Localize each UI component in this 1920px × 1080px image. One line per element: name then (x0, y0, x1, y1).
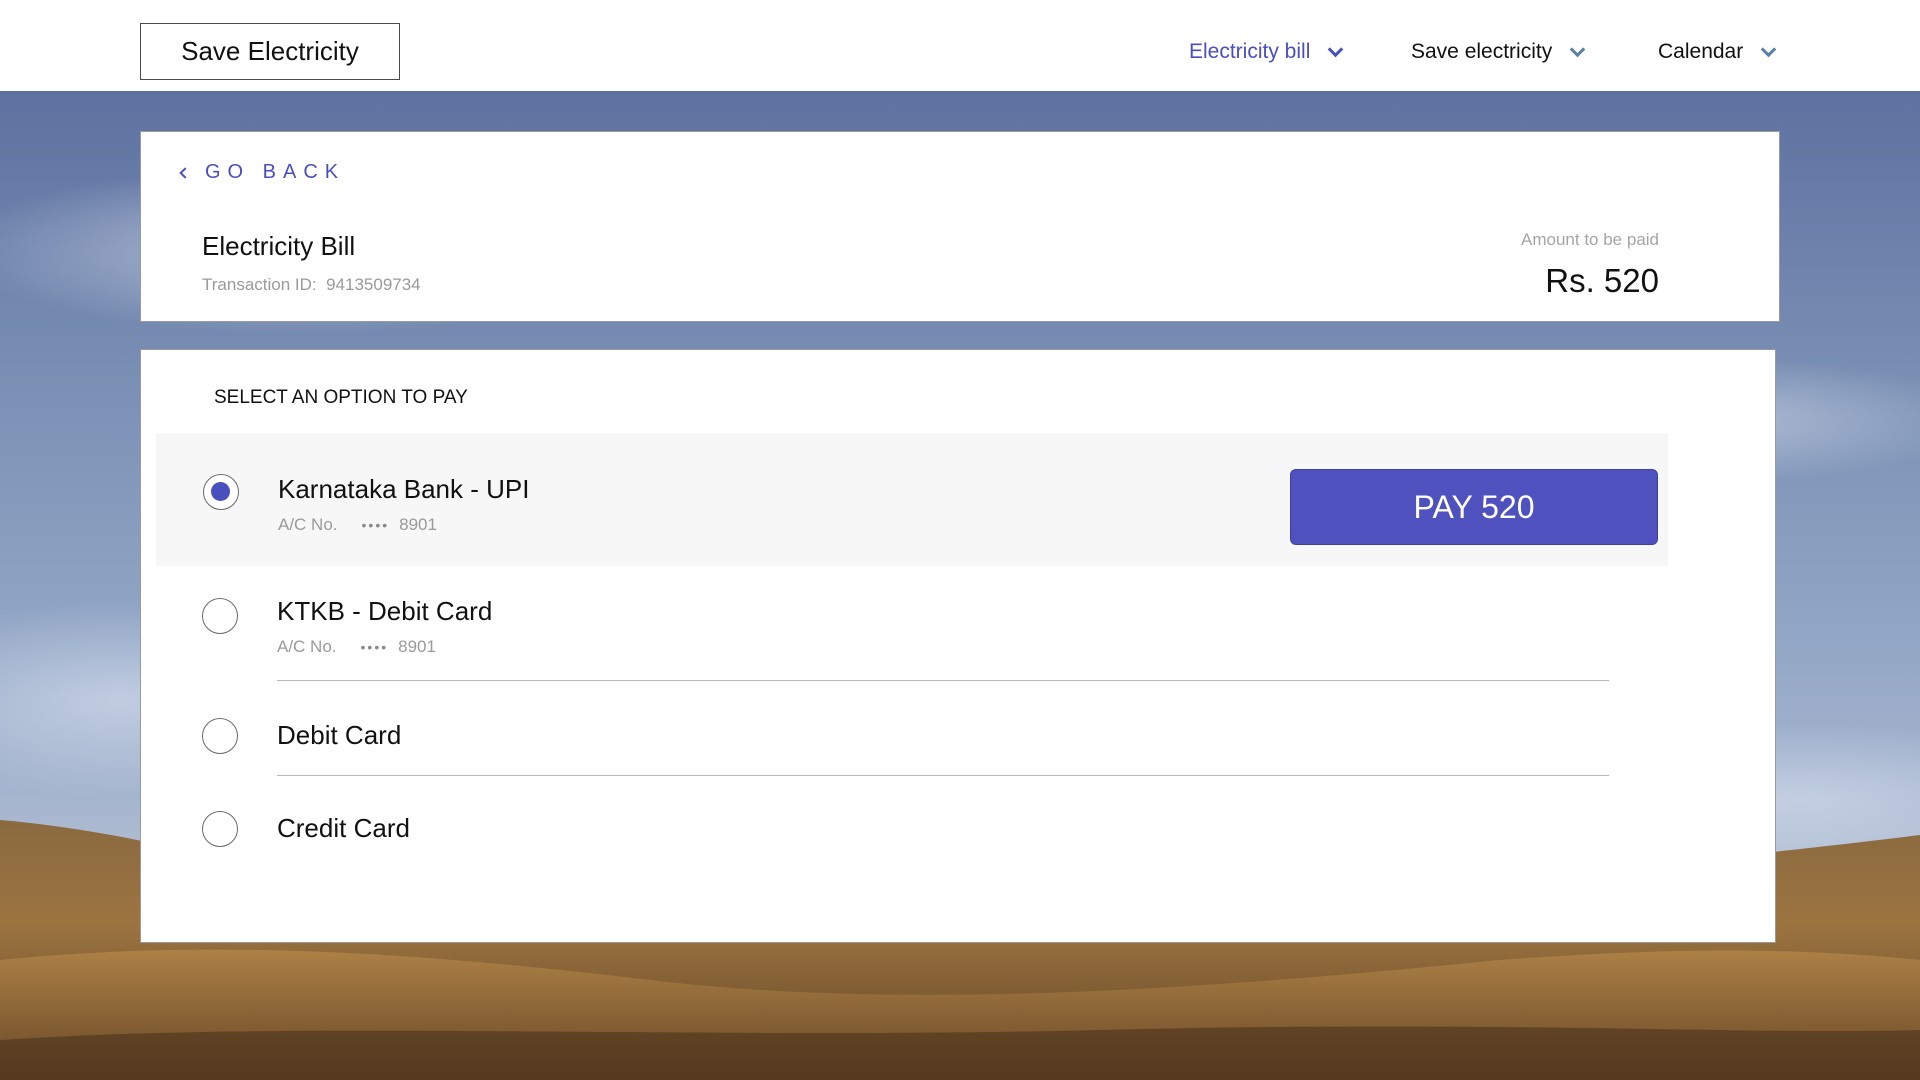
radio-unselected-icon[interactable] (202, 598, 238, 634)
top-navigation-bar: Save Electricity Electricity bill Save e… (0, 0, 1920, 91)
go-back-label: GO BACK (205, 161, 346, 183)
option-title[interactable]: Credit Card (277, 813, 410, 844)
account-last-digits: 8901 (398, 637, 436, 656)
nav-save-electricity[interactable]: Save electricity (1411, 40, 1586, 64)
radio-unselected-icon[interactable] (202, 718, 238, 754)
option-account: A/C No. •••• 8901 (278, 515, 437, 535)
nav-electricity-bill[interactable]: Electricity bill (1189, 40, 1344, 64)
nav-save-electricity-label: Save electricity (1411, 40, 1553, 63)
account-last-digits: 8901 (399, 515, 437, 534)
chevron-left-icon (179, 166, 191, 179)
nav-calendar[interactable]: Calendar (1658, 40, 1777, 64)
amount-label: Amount to be paid (1521, 230, 1659, 249)
radio-unselected-icon[interactable] (202, 811, 238, 847)
transaction-id: Transaction ID: 9413509734 (202, 275, 421, 295)
chevron-down-icon (1328, 41, 1344, 57)
transaction-value: 9413509734 (326, 275, 421, 294)
account-mask: •••• (361, 517, 390, 533)
option-account: A/C No. •••• 8901 (277, 637, 436, 657)
go-back-link[interactable]: GO BACK (179, 161, 346, 184)
payment-options-card: SELECT AN OPTION TO PAY Karnataka Bank -… (140, 349, 1776, 943)
nav-calendar-label: Calendar (1658, 40, 1744, 63)
account-label: A/C No. (277, 637, 337, 656)
option-title[interactable]: Debit Card (277, 720, 401, 751)
option-title[interactable]: Karnataka Bank - UPI (278, 474, 529, 505)
radio-selected-icon[interactable] (203, 474, 239, 510)
payment-heading: SELECT AN OPTION TO PAY (214, 387, 468, 408)
bill-header-card: GO BACK Electricity Bill Transaction ID:… (140, 131, 1780, 322)
brand-logo-button[interactable]: Save Electricity (140, 23, 400, 80)
account-mask: •••• (360, 639, 389, 655)
amount-value: Rs. 520 (1545, 262, 1659, 299)
chevron-down-icon (1760, 41, 1777, 57)
transaction-label: Transaction ID: (202, 275, 317, 294)
bill-title: Electricity Bill (202, 231, 356, 261)
option-divider (277, 775, 1609, 776)
account-label: A/C No. (278, 515, 338, 534)
option-divider (277, 680, 1609, 681)
option-title[interactable]: KTKB - Debit Card (277, 596, 492, 627)
nav-electricity-bill-label: Electricity bill (1189, 40, 1311, 63)
chevron-down-icon (1569, 41, 1586, 57)
pay-button[interactable]: PAY 520 (1290, 469, 1658, 545)
